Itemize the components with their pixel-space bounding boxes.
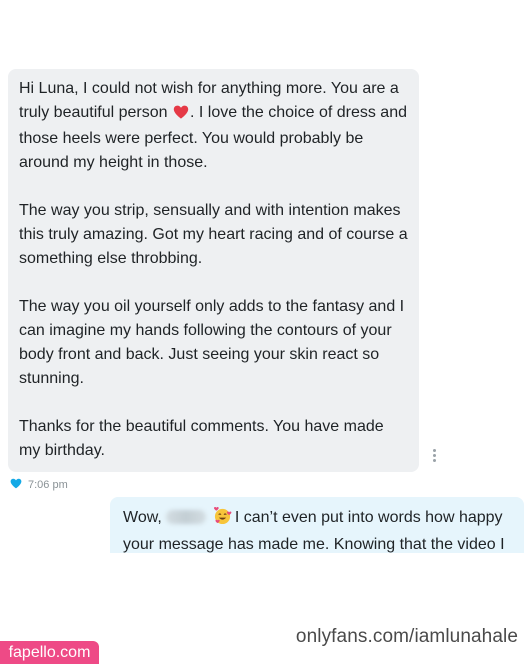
message-paragraph: The way you strip, sensually and with in… bbox=[19, 202, 408, 267]
redacted-name bbox=[165, 510, 206, 524]
message-paragraph: The way you oil yourself only adds to th… bbox=[19, 298, 405, 387]
more-options-icon[interactable] bbox=[433, 449, 437, 463]
onlyfans-watermark: onlyfans.com/iamlunahale bbox=[295, 626, 518, 647]
message-timestamp: 7:06 pm bbox=[28, 479, 68, 491]
fapello-watermark: fapello.com bbox=[0, 641, 99, 664]
smiling-face-with-hearts-icon bbox=[213, 507, 232, 533]
blue-heart-icon[interactable] bbox=[10, 478, 22, 492]
message-paragraph: Hi Luna, I could not wish for anything m… bbox=[19, 77, 409, 175]
message-meta: 7:06 pm bbox=[10, 478, 68, 492]
red-heart-icon bbox=[173, 103, 189, 127]
message-prefix: Wow, bbox=[123, 509, 162, 526]
message-paragraph: Thanks for the beautiful comments. You h… bbox=[19, 418, 384, 459]
outgoing-message-bubble: Wow, I can’t even put into words how happ… bbox=[110, 497, 524, 553]
incoming-message-bubble: Hi Luna, I could not wish for anything m… bbox=[8, 69, 419, 472]
